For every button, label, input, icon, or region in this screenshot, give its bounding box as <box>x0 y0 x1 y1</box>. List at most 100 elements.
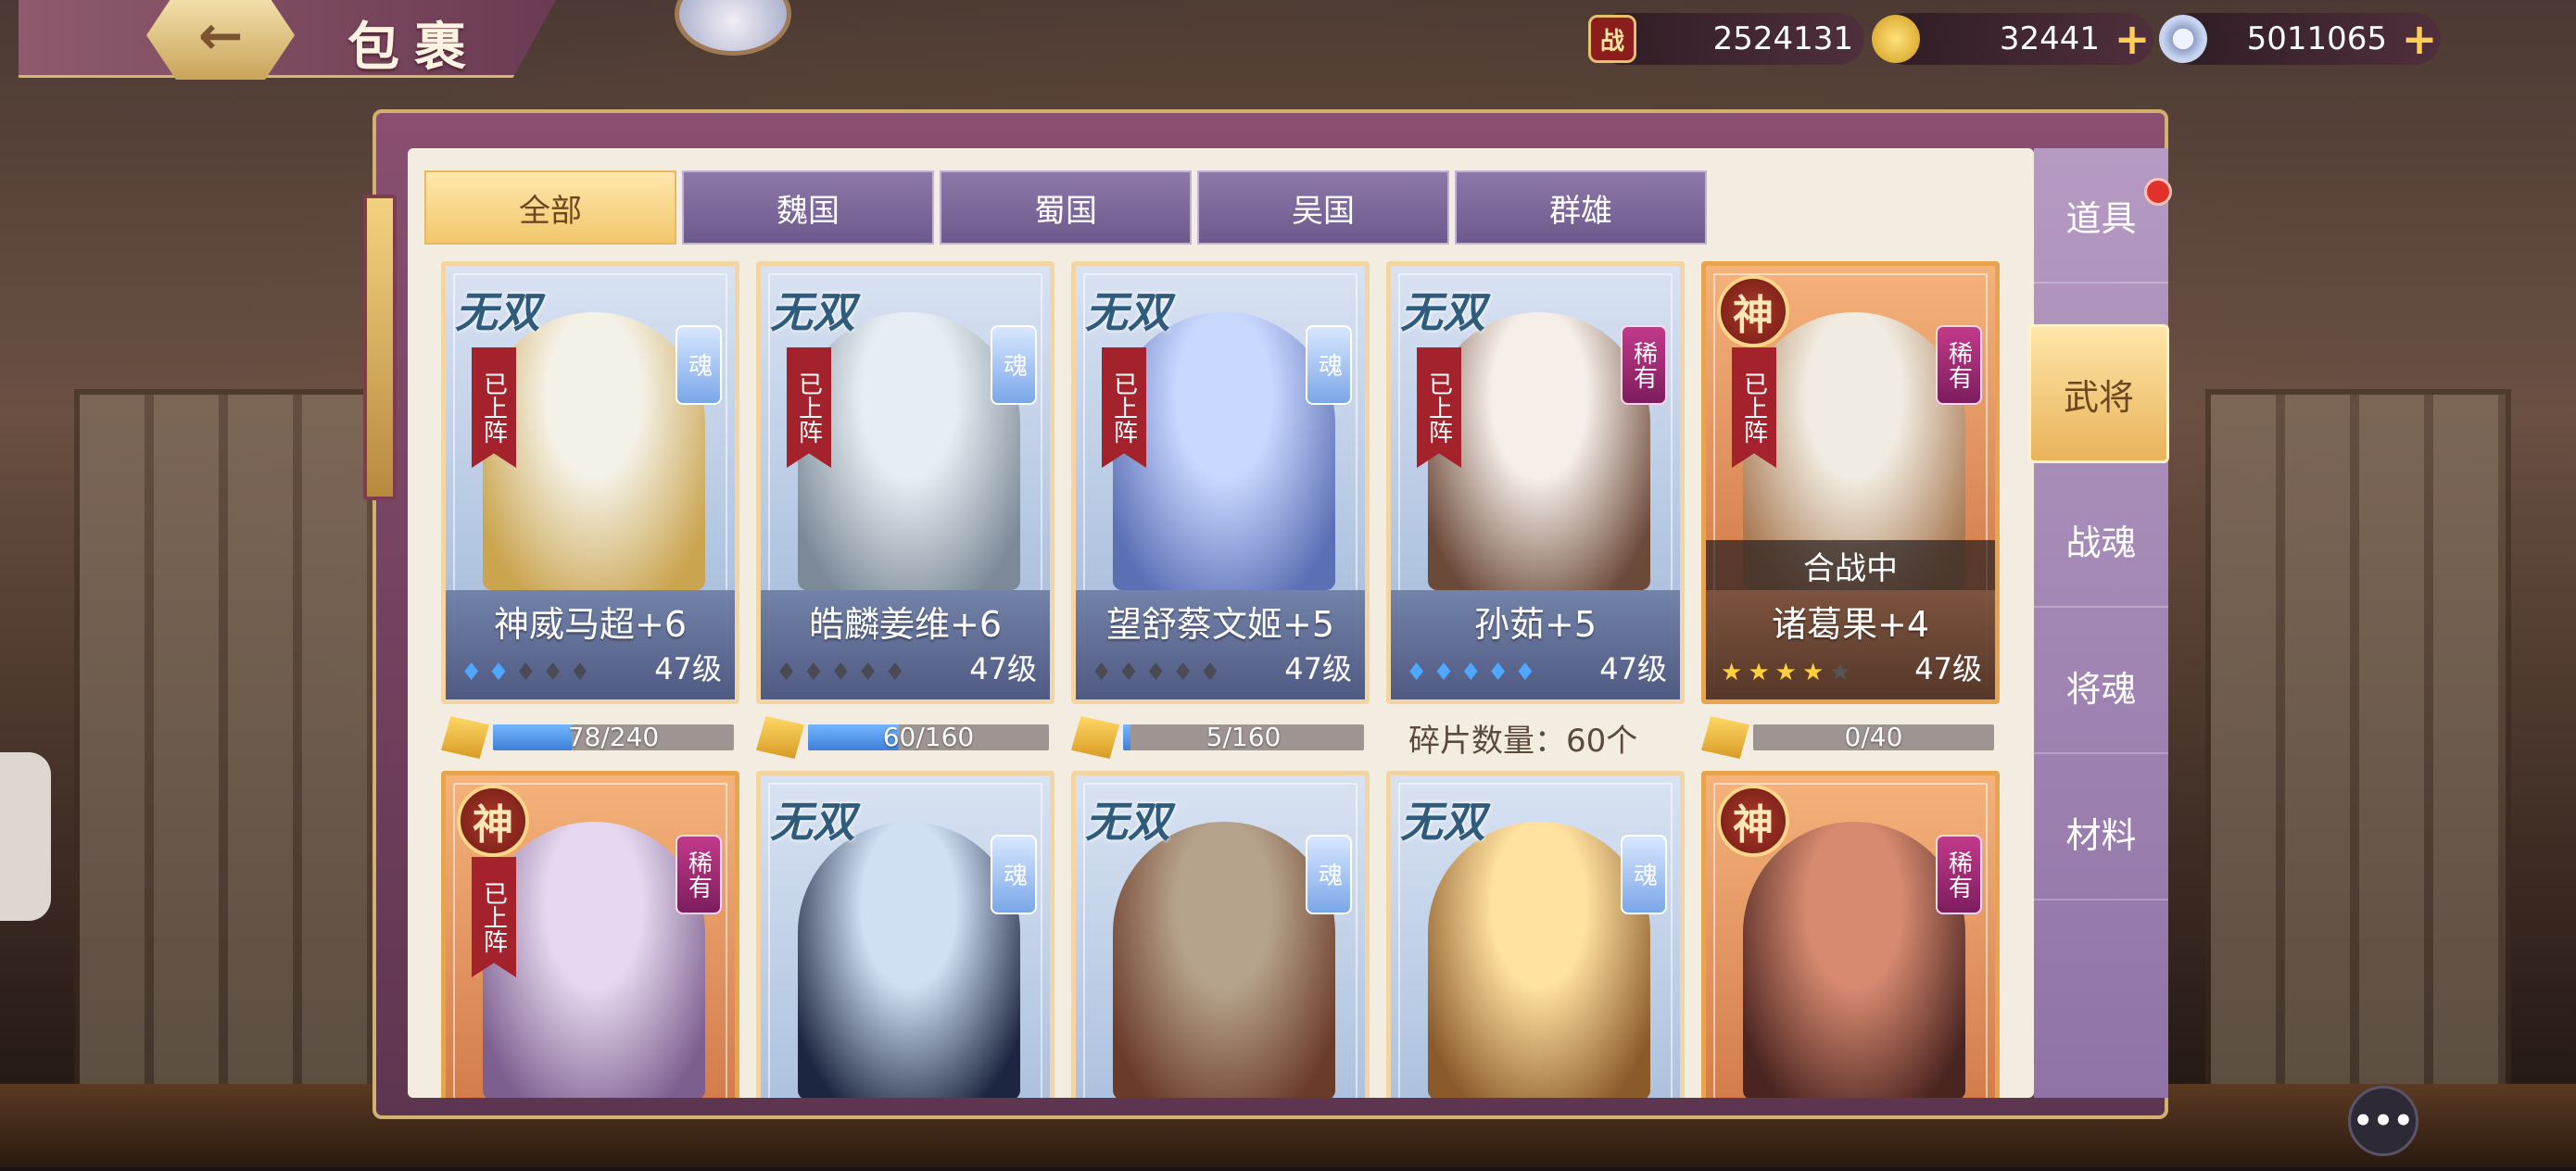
hero-card[interactable]: 无双 已上阵魂皓麟姜维+6 ♦ ♦ ♦ ♦ ♦ 47级 <box>756 261 1054 704</box>
flame-drop-icon: ♦ <box>1171 659 1194 686</box>
tab-shu[interactable]: 蜀国 <box>940 170 1192 245</box>
shard-count-text: 碎片数量：60个 <box>1408 722 1638 760</box>
shard-progress-bar: 0/40 <box>1753 724 1994 750</box>
tab-wei[interactable]: 魏国 <box>682 170 934 245</box>
soul-badge: 魂 <box>1621 835 1667 914</box>
hero-name-bar: 皓麟姜维+6 ♦ ♦ ♦ ♦ ♦ 47级 <box>761 590 1050 699</box>
folding-screen-right <box>2205 389 2511 1093</box>
deployed-ribbon: 已上阵 <box>1102 347 1146 468</box>
flame-drop-icon: ♦ <box>1091 659 1113 686</box>
star-icon: ★ <box>1801 659 1825 686</box>
hero-card[interactable]: 神已上阵 稀有 合战中 诸葛果+4 ★ ★ ★ ★ ★ 47级 <box>1701 261 2000 704</box>
hero-level: 47级 <box>1599 651 1667 686</box>
back-button[interactable]: ← <box>146 0 295 80</box>
flame-drop-icon: ♦ <box>1433 659 1455 686</box>
shard-progress-row: 60/160 <box>756 704 1054 771</box>
gold-value: 32441 <box>1999 20 2100 57</box>
star-icon: ★ <box>1748 659 1770 686</box>
faction-tabs: 全部 魏国 蜀国 吴国 群雄 <box>424 170 1707 245</box>
hero-level: 47级 <box>969 651 1037 686</box>
wushuang-badge: 无双 <box>1400 287 1485 337</box>
shard-icon <box>1701 716 1749 759</box>
flame-drop-icon: ♦ <box>569 659 591 686</box>
deployed-ribbon: 已上阵 <box>1417 347 1461 468</box>
star-icon: ★ <box>1829 659 1851 686</box>
soul-badge: 魂 <box>676 325 722 405</box>
hero-card[interactable]: 神已上阵 稀有 <box>441 771 739 1098</box>
deployed-ribbon: 已上阵 <box>472 857 516 977</box>
chat-bubble-button[interactable]: ••• <box>2348 1086 2418 1156</box>
shard-progress-bar: 60/160 <box>808 724 1049 750</box>
wushuang-badge: 无双 <box>770 287 855 337</box>
hero-slot: 无双 已上阵魂望舒蔡文姬+5 ♦ ♦ ♦ ♦ ♦ 47级 5/160 <box>1071 261 1370 771</box>
rare-badge: 稀有 <box>676 835 722 914</box>
side-item-generals[interactable]: 武将 <box>2028 324 2169 463</box>
battle-power-value: 2524131 <box>1712 20 1853 57</box>
hero-card[interactable]: 无双 已上阵 稀有 孙茹+5 ♦ ♦ ♦ ♦ ♦ 47级 <box>1386 261 1685 704</box>
coin-value: 5011065 <box>2246 20 2387 57</box>
star-icon: ★ <box>1721 659 1743 686</box>
shard-progress-row: 0/40 <box>1701 704 2000 771</box>
flame-drop-icon: ♦ <box>541 659 564 686</box>
soul-badge: 魂 <box>1306 835 1352 914</box>
flame-drop-icon: ♦ <box>1486 659 1509 686</box>
hero-card[interactable]: 无双魂 <box>1071 771 1370 1098</box>
hero-slot: 神已上阵 稀有 <box>441 771 739 1098</box>
hero-slot: 无双魂 <box>1386 771 1685 1098</box>
tab-wu[interactable]: 吴国 <box>1197 170 1449 245</box>
shard-progress-text: 78/240 <box>567 724 660 750</box>
side-item-battle-souls[interactable]: 战魂 <box>2034 472 2168 608</box>
hero-level: 47级 <box>1914 651 1982 686</box>
side-item-items[interactable]: 道具 <box>2034 148 2168 283</box>
silver-coin-icon <box>2159 15 2207 63</box>
hero-slot: 无双 已上阵 稀有 孙茹+5 ♦ ♦ ♦ ♦ ♦ 47级 碎片数量：60个 <box>1386 261 1685 771</box>
tab-all[interactable]: 全部 <box>424 170 676 245</box>
hero-card[interactable]: 无双 已上阵魂望舒蔡文姬+5 ♦ ♦ ♦ ♦ ♦ 47级 <box>1071 261 1370 704</box>
add-coin-button[interactable]: + <box>2398 14 2441 64</box>
hero-card[interactable]: 无双 已上阵魂神威马超+6 ♦ ♦ ♦ ♦ ♦ 47级 <box>441 261 739 704</box>
shard-progress-row: 78/240 <box>441 704 739 771</box>
tab-qunxiong[interactable]: 群雄 <box>1455 170 1707 245</box>
awakening-drops: ♦ ♦ ♦ ♦ ♦ <box>461 659 591 686</box>
hero-slot: 无双 已上阵魂神威马超+6 ♦ ♦ ♦ ♦ ♦ 47级 78/240 <box>441 261 739 771</box>
hero-name-bar: 望舒蔡文姬+5 ♦ ♦ ♦ ♦ ♦ 47级 <box>1076 590 1365 699</box>
coin-display: 5011065 + <box>2159 13 2441 65</box>
star-icon: ★ <box>1774 659 1797 686</box>
hero-slot: 无双魂 <box>1071 771 1370 1098</box>
shen-badge: 神 <box>1717 275 1789 347</box>
hero-level: 47级 <box>654 651 722 686</box>
hanging-scroll-ornament <box>363 195 397 500</box>
hero-slot: 无双 已上阵魂皓麟姜维+6 ♦ ♦ ♦ ♦ ♦ 47级 60/160 <box>756 261 1054 771</box>
flame-drop-icon: ♦ <box>776 659 798 686</box>
add-gold-button[interactable]: + <box>2111 14 2153 64</box>
deployed-ribbon: 已上阵 <box>472 347 516 468</box>
chat-icon: ••• <box>2353 1102 2414 1140</box>
category-side-menu: 道具 武将 战魂 将魂 材料 <box>2028 148 2169 1098</box>
wushuang-badge: 无双 <box>455 287 540 337</box>
flame-drop-icon: ♦ <box>802 659 825 686</box>
soul-badge: 魂 <box>991 835 1037 914</box>
side-item-general-souls[interactable]: 将魂 <box>2034 619 2168 754</box>
rare-badge: 稀有 <box>1936 325 1982 405</box>
battle-power-display: 战 2524131 <box>1588 13 1864 65</box>
hero-name: 望舒蔡文姬+5 <box>1105 604 1335 645</box>
hero-card[interactable]: 无双魂 <box>1386 771 1685 1098</box>
soul-badge: 魂 <box>1306 325 1352 405</box>
star-rating: ★ ★ ★ ★ ★ <box>1721 659 1851 686</box>
wushuang-badge: 无双 <box>1400 797 1485 847</box>
battle-power-icon: 战 <box>1588 15 1636 63</box>
awakening-drops: ♦ ♦ ♦ ♦ ♦ <box>1091 659 1221 686</box>
folding-screen-left <box>74 389 380 1093</box>
shard-progress-row: 碎片数量：60个 <box>1386 704 1685 771</box>
shard-progress-text: 5/160 <box>1206 724 1282 750</box>
side-item-materials[interactable]: 材料 <box>2034 765 2168 900</box>
hero-name-bar: 诸葛果+4 ★ ★ ★ ★ ★ 47级 <box>1706 590 1995 699</box>
deployed-ribbon: 已上阵 <box>1732 347 1776 468</box>
flame-drop-icon: ♦ <box>884 659 906 686</box>
hero-card[interactable]: 神稀有 <box>1701 771 2000 1098</box>
hero-card[interactable]: 无双魂 <box>756 771 1054 1098</box>
rare-badge: 稀有 <box>1621 325 1667 405</box>
flame-drop-icon: ♦ <box>1199 659 1221 686</box>
hero-name: 诸葛果+4 <box>1771 604 1930 645</box>
edge-pull-tab[interactable] <box>0 752 51 921</box>
